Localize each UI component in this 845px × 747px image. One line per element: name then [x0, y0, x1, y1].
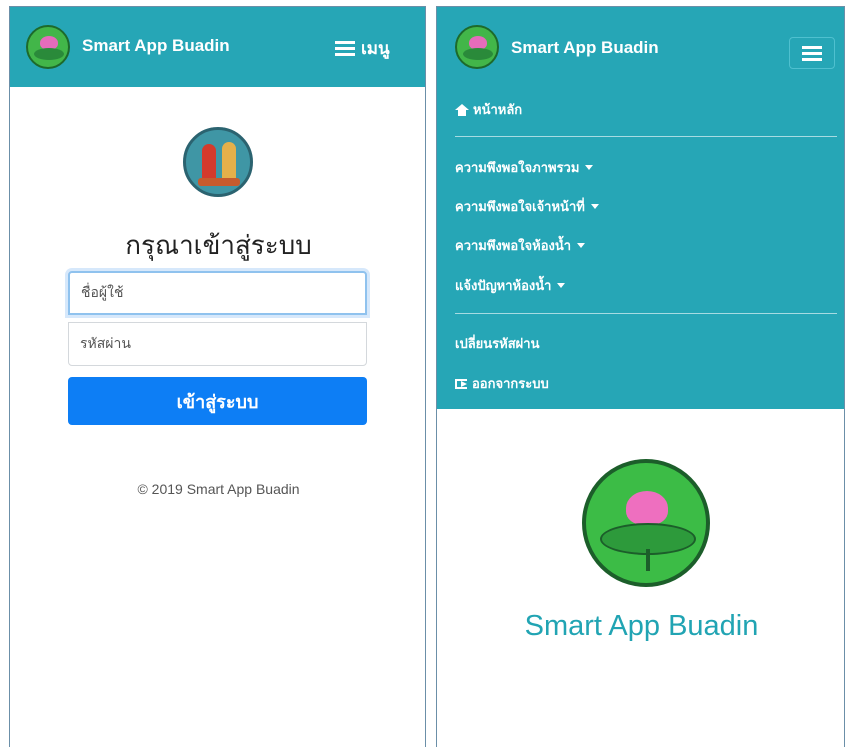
copyright-text: © 2019 Smart App Buadin: [137, 481, 300, 497]
login-button[interactable]: เข้าสู่ระบบ: [68, 377, 367, 425]
nav-dropdown-report-restroom-problem[interactable]: แจ้งปัญหาห้องน้ำ: [455, 275, 566, 296]
login-screen: Smart App Buadin เมนู กรุณาเข้าสู่ระบบ เ…: [9, 6, 426, 747]
nav-dropdown-label: ความพึงพอใจห้องน้ำ: [455, 239, 572, 254]
caret-down-icon: [590, 204, 599, 209]
nav-dropdown-staff-satisfaction[interactable]: ความพึงพอใจเจ้าหน้าที่: [455, 196, 599, 217]
nav-dropdown-label: ความพึงพอใจภาพรวม: [455, 161, 580, 176]
nav-change-password[interactable]: เปลี่ยนรหัสผ่าน: [455, 333, 539, 354]
menu-divider: [455, 313, 837, 314]
menu-label: เมนู: [361, 39, 390, 59]
logout-icon: [455, 378, 467, 389]
menu-toggle-button[interactable]: [789, 37, 835, 69]
seal-icon: [183, 127, 253, 197]
logo-icon[interactable]: [455, 25, 499, 69]
nav-dropdown-overall-satisfaction[interactable]: ความพึงพอใจภาพรวม: [455, 157, 594, 178]
nav-dropdown-label: แจ้งปัญหาห้องน้ำ: [455, 279, 552, 294]
caret-down-icon: [577, 243, 586, 248]
menu-toggle-button[interactable]: เมนู: [335, 35, 390, 62]
expanded-navbar: Smart App Buadin หน้าหลัก ความพึงพอใจภาพ…: [437, 7, 844, 409]
logo-icon[interactable]: [26, 25, 70, 69]
top-navbar: Smart App Buadin เมนู: [10, 7, 425, 87]
app-logo-icon: [582, 459, 710, 587]
nav-home[interactable]: หน้าหลัก: [455, 99, 522, 120]
menu-divider: [455, 136, 837, 137]
nav-logout[interactable]: ออกจากระบบ: [455, 373, 549, 394]
hamburger-icon: [802, 45, 822, 61]
app-title: Smart App Buadin: [524, 610, 759, 642]
brand-name[interactable]: Smart App Buadin: [82, 36, 230, 56]
nav-home-label: หน้าหลัก: [473, 103, 523, 118]
nav-dropdown-restroom-satisfaction[interactable]: ความพึงพอใจห้องน้ำ: [455, 235, 586, 256]
brand-name[interactable]: Smart App Buadin: [511, 38, 659, 58]
password-input[interactable]: [68, 322, 367, 366]
nav-change-password-label: เปลี่ยนรหัสผ่าน: [455, 337, 540, 352]
caret-down-icon: [585, 165, 594, 170]
username-input[interactable]: [68, 271, 367, 315]
caret-down-icon: [557, 283, 566, 288]
menu-screen: Smart App Buadin หน้าหลัก ความพึงพอใจภาพ…: [436, 6, 845, 747]
nav-logout-label: ออกจากระบบ: [472, 377, 549, 392]
nav-dropdown-label: ความพึงพอใจเจ้าหน้าที่: [455, 200, 585, 215]
home-icon: [455, 103, 469, 116]
login-title: กรุณาเข้าสู่ระบบ: [125, 231, 312, 261]
hamburger-icon: [335, 41, 355, 56]
